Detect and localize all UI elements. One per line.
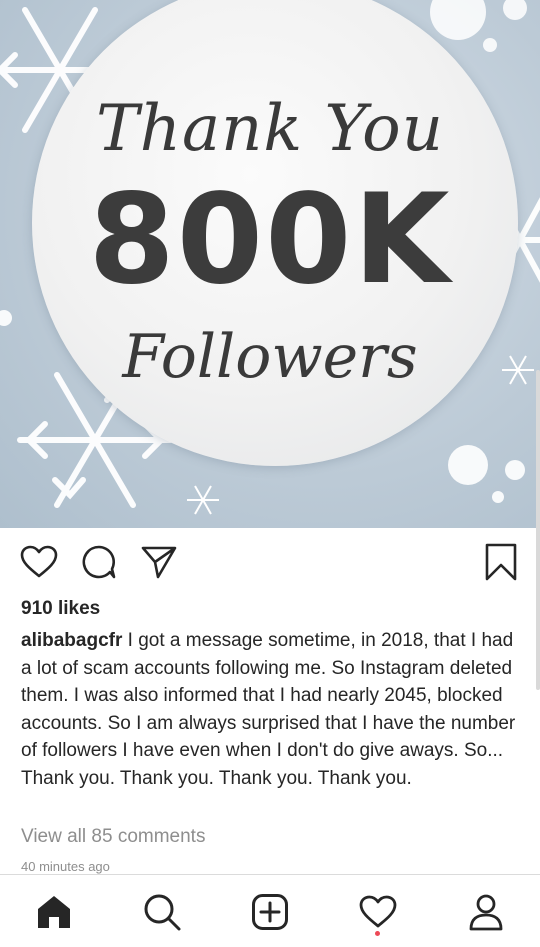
notification-dot [375, 931, 380, 936]
post-timestamp: 40 minutes ago [21, 859, 110, 874]
likes-count[interactable]: 910 likes [21, 598, 100, 620]
post-caption: alibabagcfr I got a message sometime, in… [21, 627, 526, 792]
search-icon [144, 894, 181, 931]
caption-text: I got a message sometime, in 2018, that … [21, 630, 516, 789]
comment-icon [82, 545, 116, 579]
nav-profile[interactable] [463, 889, 509, 935]
share-icon [141, 546, 177, 579]
nav-home[interactable] [31, 889, 77, 935]
view-all-comments-link[interactable]: View all 85 comments [21, 826, 205, 848]
image-followers-text: Followers [122, 322, 418, 392]
caption-username[interactable]: alibabagcfr [21, 630, 122, 651]
nav-create[interactable] [247, 889, 293, 935]
bookmark-icon [485, 543, 517, 581]
like-button[interactable] [17, 540, 61, 584]
post-actions [0, 540, 540, 588]
nav-activity[interactable] [355, 889, 401, 936]
comment-button[interactable] [77, 540, 121, 584]
home-icon [38, 896, 70, 928]
heart-icon [20, 545, 58, 578]
bottom-navigation [0, 874, 540, 947]
profile-icon [469, 894, 503, 931]
add-icon [252, 894, 288, 930]
scrollbar[interactable] [536, 370, 540, 690]
nav-search[interactable] [139, 889, 185, 935]
save-button[interactable] [479, 540, 523, 584]
share-button[interactable] [137, 540, 181, 584]
activity-icon [359, 895, 397, 928]
post-image[interactable]: Thank You 800K Followers [0, 0, 540, 528]
image-count-text: 800K [88, 168, 452, 312]
image-thank-you-text: Thank You [96, 92, 444, 166]
